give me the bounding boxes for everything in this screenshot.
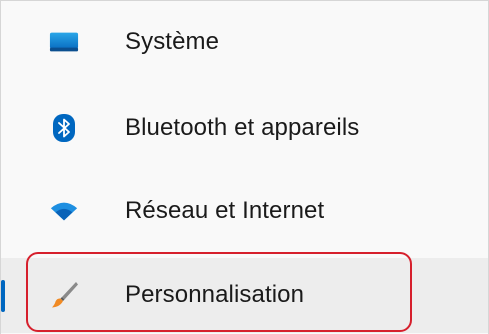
sidebar-item-label: Bluetooth et appareils [125, 114, 360, 141]
sidebar-item-label: Système [125, 28, 220, 55]
monitor-icon [49, 27, 79, 57]
sidebar-item-bluetooth[interactable]: Bluetooth et appareils [1, 98, 488, 158]
sidebar-item-label: Réseau et Internet [125, 197, 325, 224]
settings-nav-pane: Système Bluetooth et appareils Réseau et… [0, 0, 489, 334]
wifi-icon [49, 196, 79, 226]
selection-indicator [1, 280, 5, 312]
bluetooth-icon [49, 113, 79, 143]
sidebar-item-systeme[interactable]: Système [1, 12, 488, 72]
sidebar-item-reseau[interactable]: Réseau et Internet [1, 181, 488, 241]
annotation-highlight-box [26, 252, 412, 332]
